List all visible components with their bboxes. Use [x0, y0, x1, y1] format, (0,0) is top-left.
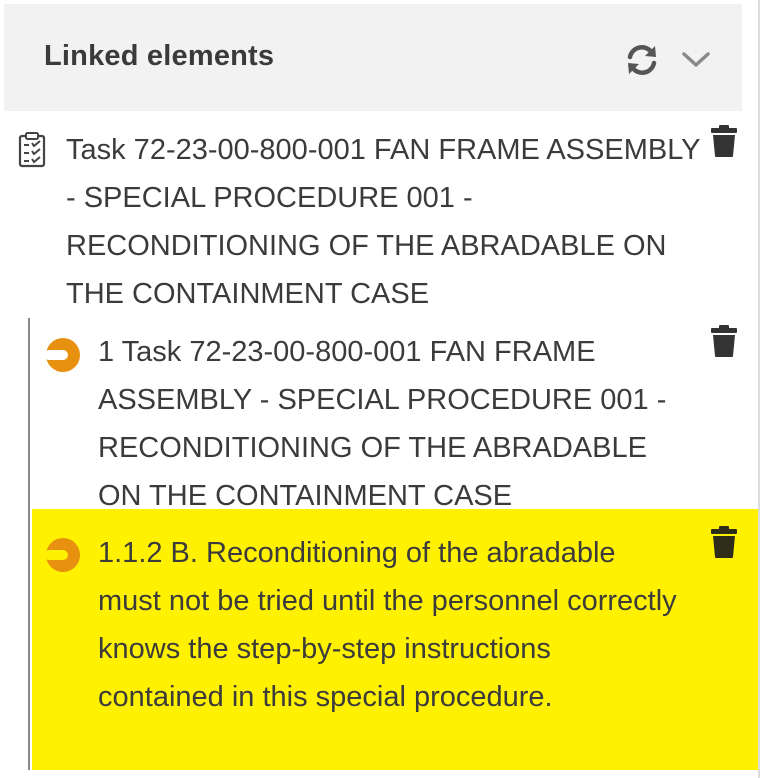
linked-item-step[interactable]: 1 Task 72-23-00-800-001 FAN FRAME ASSEMB… — [32, 324, 758, 512]
panel-header: Linked elements — [4, 4, 742, 111]
refresh-button[interactable] — [624, 42, 660, 78]
trash-icon[interactable] — [710, 324, 738, 358]
linked-item-task[interactable]: Task 72-23-00-800-001 FAN FRAME ASSEMBLY… — [0, 124, 758, 314]
tree-connector-line — [28, 318, 30, 770]
refresh-icon — [627, 45, 657, 75]
panel-title: Linked elements — [44, 40, 275, 72]
header-actions — [624, 40, 714, 80]
linked-item-label: 1.1.2 B. Reconditioning of the abradable… — [98, 537, 677, 713]
checklist-clipboard-icon — [18, 132, 46, 168]
linked-elements-panel: Linked elements Task 72-23-00-800-001 FA… — [0, 0, 766, 778]
linked-item-label: 1 Task 72-23-00-800-001 FAN FRAME ASSEMB… — [98, 336, 667, 512]
trash-icon[interactable] — [710, 124, 738, 158]
panel-right-border — [758, 0, 760, 778]
linked-item-step-highlighted[interactable]: 1.1.2 B. Reconditioning of the abradable… — [32, 509, 758, 770]
chevron-down-icon — [682, 52, 710, 67]
step-half-circle-icon — [44, 538, 80, 572]
step-half-circle-icon — [44, 338, 80, 372]
collapse-button[interactable] — [678, 42, 714, 78]
linked-item-label: Task 72-23-00-800-001 FAN FRAME ASSEMBLY… — [66, 134, 700, 310]
trash-icon[interactable] — [710, 525, 738, 559]
